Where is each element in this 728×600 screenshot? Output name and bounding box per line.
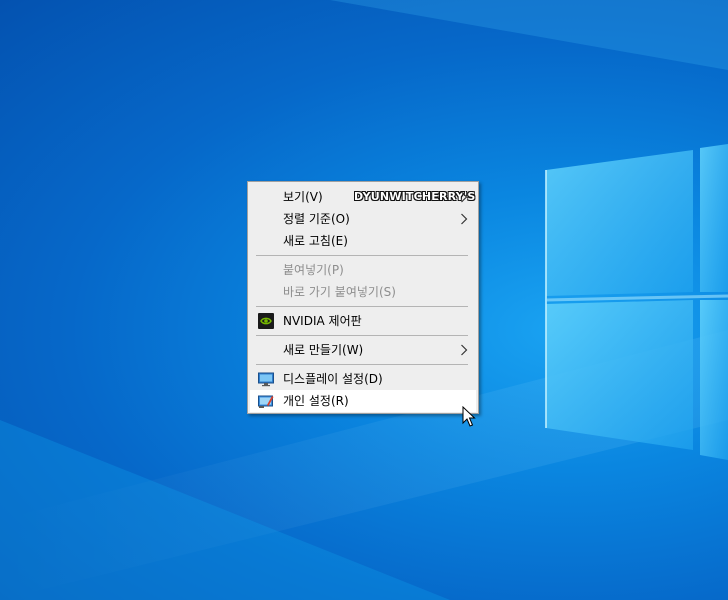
menu-item-paste: 붙여넣기(P): [250, 259, 476, 281]
menu-separator: [256, 335, 468, 336]
menu-item-view[interactable]: 보기(V) DYUNWITCHERRY'S: [250, 186, 476, 208]
desktop-context-menu: 보기(V) DYUNWITCHERRY'S 정렬 기준(O) 새로 고침(E) …: [247, 181, 479, 414]
menu-item-refresh[interactable]: 새로 고침(E): [250, 230, 476, 252]
menu-item-label: 디스플레이 설정(D): [283, 372, 383, 386]
menu-item-paste-shortcut: 바로 가기 붙여넣기(S): [250, 281, 476, 303]
chevron-right-icon: [461, 213, 468, 225]
personalize-icon: [258, 395, 274, 408]
chevron-right-icon: [461, 344, 468, 356]
menu-separator: [256, 255, 468, 256]
menu-item-display-settings[interactable]: 디스플레이 설정(D): [250, 368, 476, 390]
chevron-right-icon: [461, 191, 468, 203]
menu-item-label: 새로 만들기(W): [283, 343, 364, 357]
menu-item-nvidia-control-panel[interactable]: NVIDIA 제어판: [250, 310, 476, 332]
menu-item-label: 새로 고침(E): [283, 234, 348, 248]
menu-separator: [256, 364, 468, 365]
menu-item-label: 보기(V): [283, 190, 323, 204]
menu-item-sort-by[interactable]: 정렬 기준(O): [250, 208, 476, 230]
display-icon: [258, 372, 274, 387]
menu-item-label: NVIDIA 제어판: [283, 314, 362, 328]
watermark-text: DYUNWITCHERRY'S: [354, 190, 476, 203]
menu-separator: [256, 306, 468, 307]
mouse-pointer-icon: [462, 406, 476, 427]
menu-item-label: 개인 설정(R): [283, 394, 349, 408]
menu-item-personalize[interactable]: 개인 설정(R): [250, 390, 476, 412]
nvidia-icon: [258, 313, 274, 329]
menu-item-label: 붙여넣기(P): [283, 263, 344, 277]
menu-item-label: 바로 가기 붙여넣기(S): [283, 285, 396, 299]
menu-item-label: 정렬 기준(O): [283, 212, 350, 226]
menu-item-new[interactable]: 새로 만들기(W): [250, 339, 476, 361]
